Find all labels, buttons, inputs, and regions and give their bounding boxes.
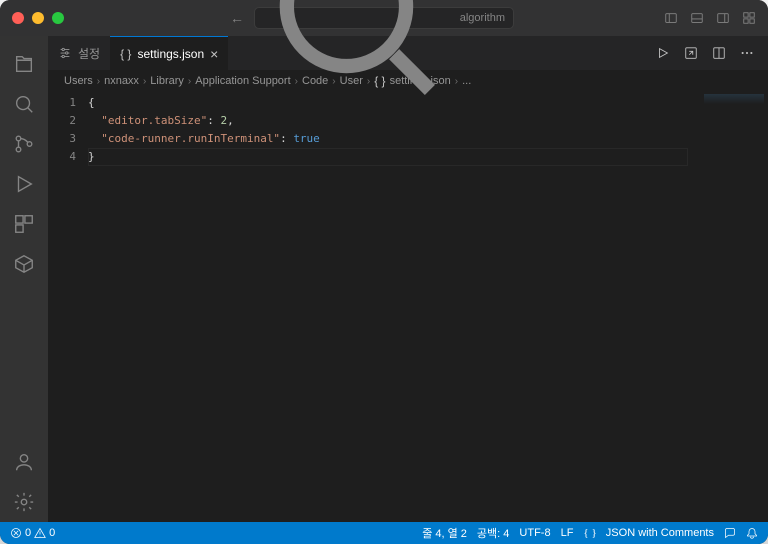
settings-gear-icon[interactable] [0,482,48,522]
code-editor[interactable]: 1 2 3 4 { "editor.tabSize": 2, "code-run… [48,92,768,522]
status-language[interactable]: { } JSON with Comments [583,527,714,539]
line-number: 2 [48,112,76,130]
line-number: 1 [48,94,76,112]
run-debug-icon[interactable] [0,164,48,204]
tab-settings-json[interactable]: { } settings.json × [110,36,228,70]
sliders-icon [58,46,72,60]
search-activity-icon[interactable] [0,84,48,124]
cube-icon[interactable] [0,244,48,284]
search-placeholder: algorithm [460,12,505,24]
accounts-icon[interactable] [0,442,48,482]
breadcrumb-part[interactable]: Users [64,75,93,87]
status-bell-icon[interactable] [746,527,758,539]
line-number: 3 [48,130,76,148]
extensions-icon[interactable] [0,204,48,244]
panel-bottom-icon[interactable] [690,11,704,25]
panel-right-icon[interactable] [716,11,730,25]
json-brace-icon: { } [120,47,131,61]
close-window-button[interactable] [12,12,24,24]
more-actions-icon[interactable] [740,46,754,60]
settings-tab-label: 설정 [78,45,100,62]
error-icon [10,527,22,539]
breadcrumb-trail: ... [462,75,471,87]
editor-actions [656,46,768,60]
back-arrow-icon[interactable]: ← [230,10,244,26]
file-tab-label: settings.json [137,47,204,61]
status-indent[interactable]: 공백: 4 [477,525,509,541]
warning-icon [34,527,46,539]
active-line-highlight [88,148,688,166]
status-cursor[interactable]: 줄 4, 열 2 [422,525,467,541]
minimap[interactable] [688,92,768,522]
status-eol[interactable]: LF [561,527,574,539]
vscode-window: ← → algorithm [0,0,768,544]
close-tab-icon[interactable]: × [210,46,218,62]
split-editor-icon[interactable] [712,46,726,60]
run-icon[interactable] [656,46,670,60]
titlebar: ← → algorithm [0,0,768,36]
breadcrumb-part[interactable]: Library [150,75,184,87]
tab-settings[interactable]: 설정 [48,36,110,70]
breadcrumb-part[interactable]: nxnaxx [104,75,139,87]
status-encoding[interactable]: UTF-8 [519,527,550,539]
layout-icon[interactable] [742,11,756,25]
status-problems[interactable]: 0 0 [10,527,55,539]
traffic-lights [12,12,64,24]
panel-left-icon[interactable] [664,11,678,25]
explorer-icon[interactable] [0,44,48,84]
minimap-content [704,94,764,104]
open-settings-icon[interactable] [684,46,698,60]
editor-group: 설정 { } settings.json × Users› nxnaxx› Li… [48,36,768,522]
source-control-icon[interactable] [0,124,48,164]
status-feedback-icon[interactable] [724,527,736,539]
command-center-search[interactable]: algorithm [254,7,514,29]
line-number-gutter: 1 2 3 4 [48,92,88,522]
workbench-body: 설정 { } settings.json × Users› nxnaxx› Li… [0,36,768,522]
maximize-window-button[interactable] [52,12,64,24]
minimize-window-button[interactable] [32,12,44,24]
activity-bar [0,36,48,522]
line-number: 4 [48,148,76,166]
status-bar: 0 0 줄 4, 열 2 공백: 4 UTF-8 LF { } JSON wit… [0,522,768,544]
layout-controls [664,11,756,25]
